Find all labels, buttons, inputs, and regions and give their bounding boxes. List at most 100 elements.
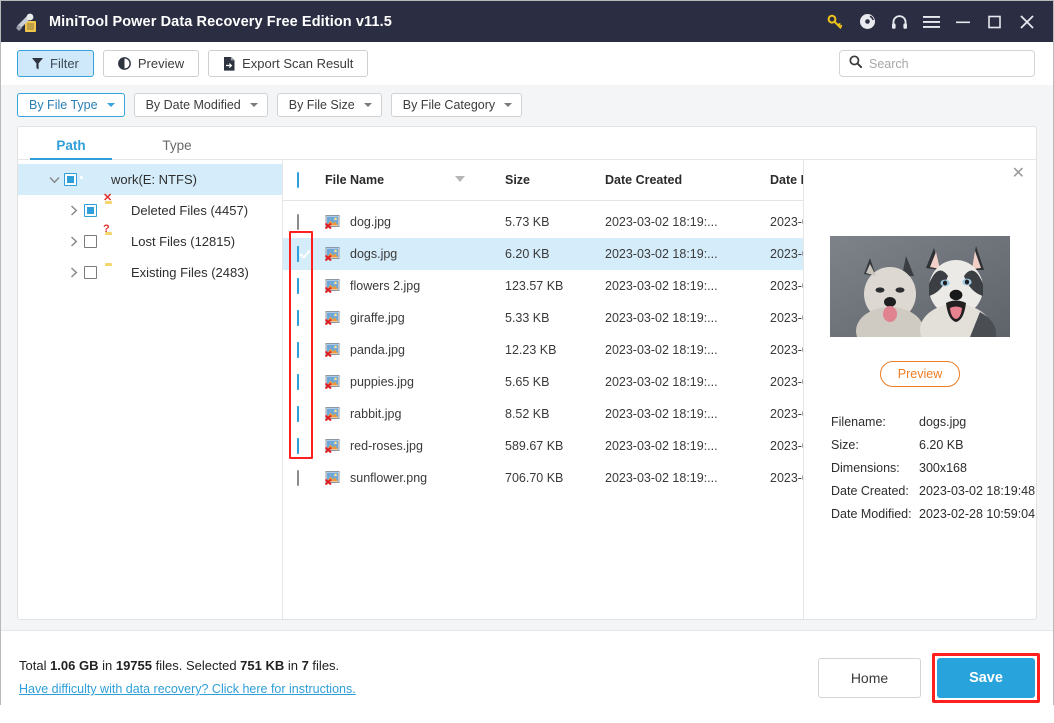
date-modified-cell: 2023-0... bbox=[770, 375, 803, 389]
table-row[interactable]: panda.jpg 12.23 KB 2023-03-02 18:19:... … bbox=[283, 334, 803, 366]
save-button[interactable]: Save bbox=[937, 658, 1035, 698]
image-file-deleted-icon bbox=[324, 439, 341, 454]
column-header-date-created[interactable]: Date Created bbox=[605, 173, 770, 187]
headphones-icon[interactable] bbox=[883, 6, 915, 38]
filter-chip-by-file-type[interactable]: By File Type bbox=[17, 93, 125, 117]
metadata-row-size: Size: 6.20 KB bbox=[831, 433, 1036, 456]
file-name-cell: giraffe.jpg bbox=[350, 311, 405, 325]
column-header-label: Size bbox=[505, 173, 531, 187]
status-footer: Total 1.06 GB in 19755 files. Selected 7… bbox=[1, 630, 1053, 723]
file-size-cell: 6.20 KB bbox=[505, 247, 550, 261]
table-row[interactable]: red-roses.jpg 589.67 KB 2023-03-02 18:19… bbox=[283, 430, 803, 462]
hamburger-menu-icon[interactable] bbox=[915, 6, 947, 38]
image-file-deleted-icon bbox=[324, 471, 341, 486]
date-modified-cell: 2023-0... bbox=[770, 471, 803, 485]
search-box[interactable] bbox=[839, 50, 1035, 77]
close-icon[interactable]: ✕ bbox=[1012, 166, 1025, 182]
chevron-down-icon bbox=[106, 103, 115, 107]
metadata-key: Date Modified: bbox=[831, 506, 912, 521]
status-summary: Total 1.06 GB in 19755 files. Selected 7… bbox=[19, 658, 356, 673]
table-row[interactable]: dog.jpg 5.73 KB 2023-03-02 18:19:... 202… bbox=[283, 206, 803, 238]
tree-checkbox[interactable] bbox=[84, 235, 97, 248]
table-row[interactable]: flowers 2.jpg 123.57 KB 2023-03-02 18:19… bbox=[283, 270, 803, 302]
tab-type[interactable]: Type bbox=[124, 138, 230, 159]
column-header-size[interactable]: Size bbox=[505, 173, 605, 187]
table-row[interactable]: rabbit.jpg 8.52 KB 2023-03-02 18:19:... … bbox=[283, 398, 803, 430]
tree-checkbox[interactable] bbox=[84, 204, 97, 217]
tree-item-lost-files[interactable]: ? Lost Files (12815) bbox=[18, 224, 282, 257]
table-row[interactable]: dogs.jpg 6.20 KB 2023-03-02 18:19:... 20… bbox=[283, 238, 803, 270]
chevron-right-icon[interactable] bbox=[64, 236, 84, 247]
tab-path-label: Path bbox=[56, 138, 86, 153]
date-created-cell: 2023-03-02 18:19:... bbox=[605, 375, 718, 389]
preview-toolbar-button[interactable]: Preview bbox=[102, 50, 200, 77]
tree-checkbox[interactable] bbox=[64, 173, 77, 186]
metadata-value: 2023-02-28 10:59:04 bbox=[919, 506, 1036, 521]
tree-checkbox[interactable] bbox=[84, 266, 97, 279]
chevron-right-icon[interactable] bbox=[64, 205, 84, 216]
file-list-header: File Name Size Date Created Date Modifie bbox=[283, 160, 803, 201]
row-checkbox[interactable] bbox=[297, 310, 299, 326]
table-row[interactable]: sunflower.png 706.70 KB 2023-03-02 18:19… bbox=[283, 462, 803, 494]
row-checkbox[interactable] bbox=[297, 406, 299, 422]
export-scan-result-button[interactable]: Export Scan Result bbox=[208, 50, 369, 77]
tree-item-existing-files[interactable]: Existing Files (2483) bbox=[18, 257, 282, 288]
hard-drive-icon bbox=[85, 172, 103, 187]
filter-chip-by-date-modified[interactable]: By Date Modified bbox=[133, 93, 268, 117]
disc-icon[interactable] bbox=[851, 6, 883, 38]
column-header-label: File Name bbox=[325, 173, 385, 187]
date-modified-cell: 2023-0... bbox=[770, 343, 803, 357]
footer-actions: Home Save bbox=[818, 653, 1040, 703]
spacer bbox=[1, 620, 1053, 630]
filter-button[interactable]: Filter bbox=[17, 50, 94, 77]
chevron-down-icon[interactable] bbox=[44, 176, 64, 184]
tree-item-work-drive[interactable]: work(E: NTFS) bbox=[18, 164, 282, 195]
key-icon[interactable] bbox=[819, 6, 851, 38]
row-checkbox[interactable] bbox=[297, 438, 299, 454]
save-button-highlight: Save bbox=[932, 653, 1040, 703]
file-name-cell: sunflower.png bbox=[350, 471, 428, 485]
date-created-cell: 2023-03-02 18:19:... bbox=[605, 343, 718, 357]
row-checkbox[interactable] bbox=[297, 246, 299, 262]
chevron-right-icon[interactable] bbox=[64, 267, 84, 278]
total-suffix: files. Selected bbox=[152, 658, 241, 673]
filter-chip-by-file-category[interactable]: By File Category bbox=[390, 93, 523, 117]
metadata-value: 2023-03-02 18:19:48 bbox=[919, 483, 1036, 498]
column-header-date-modified[interactable]: Date Modifie bbox=[770, 173, 803, 187]
home-button[interactable]: Home bbox=[818, 658, 921, 698]
table-row[interactable]: giraffe.jpg 5.33 KB 2023-03-02 18:19:...… bbox=[283, 302, 803, 334]
row-checkbox[interactable] bbox=[297, 342, 299, 358]
path-tree-pane: work(E: NTFS) ✕ Deleted Files (4457) ? L… bbox=[18, 160, 283, 619]
maximize-button[interactable] bbox=[979, 6, 1011, 38]
filter-chip-by-file-size[interactable]: By File Size bbox=[276, 93, 382, 117]
preview-button[interactable]: Preview bbox=[880, 361, 960, 387]
table-row[interactable]: puppies.jpg 5.65 KB 2023-03-02 18:19:...… bbox=[283, 366, 803, 398]
row-checkbox[interactable] bbox=[297, 214, 299, 230]
row-checkbox[interactable] bbox=[297, 470, 299, 486]
date-modified-cell: 2023-0... bbox=[770, 439, 803, 453]
minimize-button[interactable] bbox=[947, 6, 979, 38]
funnel-icon bbox=[32, 57, 43, 70]
date-created-cell: 2023-03-02 18:19:... bbox=[605, 407, 718, 421]
date-created-cell: 2023-03-02 18:19:... bbox=[605, 215, 718, 229]
search-input[interactable] bbox=[869, 56, 1025, 71]
column-header-file-name[interactable]: File Name bbox=[325, 173, 505, 187]
metadata-key: Dimensions: bbox=[831, 460, 900, 475]
footer-left: Total 1.06 GB in 19755 files. Selected 7… bbox=[19, 658, 356, 696]
row-checkbox[interactable] bbox=[297, 374, 299, 390]
filter-button-label: Filter bbox=[50, 56, 79, 71]
metadata-value: 300x168 bbox=[919, 460, 967, 475]
window-title: MiniTool Power Data Recovery Free Editio… bbox=[49, 13, 392, 30]
close-button[interactable] bbox=[1011, 6, 1043, 38]
sort-descending-icon[interactable] bbox=[455, 176, 465, 182]
tree-item-deleted-files[interactable]: ✕ Deleted Files (4457) bbox=[18, 193, 282, 226]
row-checkbox[interactable] bbox=[297, 278, 299, 294]
search-icon bbox=[849, 54, 863, 73]
image-file-deleted-icon bbox=[324, 279, 341, 294]
selected-size: 751 KB bbox=[240, 658, 285, 673]
help-link[interactable]: Have difficulty with data recovery? Clic… bbox=[19, 682, 356, 696]
save-button-label: Save bbox=[969, 670, 1003, 686]
tab-path[interactable]: Path bbox=[18, 138, 124, 160]
date-created-cell: 2023-03-02 18:19:... bbox=[605, 247, 718, 261]
select-all-checkbox[interactable] bbox=[297, 172, 325, 188]
